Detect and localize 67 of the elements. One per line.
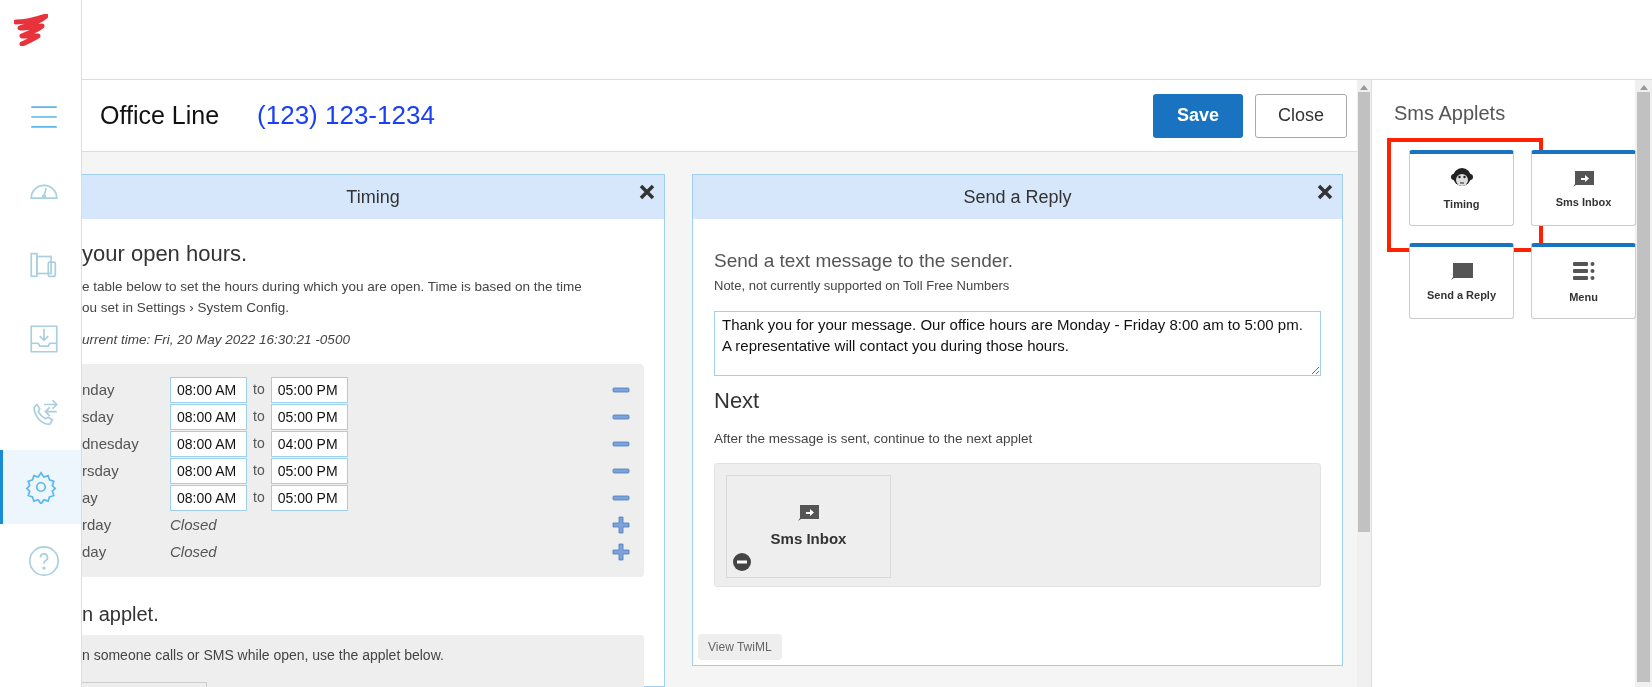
applet-label: Send a Reply <box>1426 287 1497 303</box>
close-time-field[interactable]: 05:00 PM <box>270 457 348 484</box>
section-heading: your open hours. <box>82 240 249 268</box>
line-title: Office Line <box>100 99 220 131</box>
to-label: to <box>253 488 265 508</box>
to-label: to <box>253 380 265 400</box>
section-heading: n applet. <box>82 602 160 628</box>
applet-label: Menu <box>1569 290 1598 306</box>
logo-icon <box>14 14 48 46</box>
message-arrow-icon <box>1571 168 1596 188</box>
day-label: sday <box>82 406 115 427</box>
open-time-field[interactable]: 08:00 AM <box>170 484 247 511</box>
close-time-field[interactable]: 05:00 PM <box>270 376 348 403</box>
day-label: day <box>82 541 108 562</box>
day-label: rday <box>82 514 113 535</box>
applet-label: Timing <box>1443 197 1480 213</box>
applet-label: Sms Inbox <box>770 529 847 550</box>
applets-title: Sms Applets <box>1394 101 1507 126</box>
panel-header: Timing <box>82 175 664 219</box>
note-text: Note, not currently supported on Toll Free Numbers <box>714 276 1011 295</box>
remove-icon[interactable] <box>733 553 751 572</box>
close-button[interactable]: Close <box>1254 93 1347 138</box>
scroll-up-icon <box>1360 84 1368 90</box>
close-time-field[interactable]: 05:00 PM <box>270 403 348 430</box>
message-field[interactable]: Thank you for your message. Our office hours are Monday - Friday 8:00 am to 5:00 pm. A representative will contact you during those hours. <box>714 311 1321 376</box>
applet-label: Sms Inbox <box>1555 194 1612 210</box>
applet-description: n someone calls or SMS while open, use the applet below. <box>82 646 445 666</box>
section-heading: Send a text message to the sender. <box>714 249 1014 273</box>
close-time-field[interactable]: 04:00 PM <box>270 430 348 457</box>
close-time-field[interactable]: 05:00 PM <box>270 484 348 511</box>
inbox-download-icon <box>27 322 61 356</box>
settings-icon <box>24 470 58 504</box>
save-button[interactable]: Save <box>1152 93 1243 138</box>
plus-icon[interactable] <box>612 515 630 534</box>
open-time-field[interactable]: 08:00 AM <box>170 376 247 403</box>
open-time-field[interactable]: 08:00 AM <box>170 403 247 430</box>
applet-tile[interactable]: Timing <box>1409 150 1514 226</box>
day-label: nday <box>82 379 116 400</box>
next-description: After the message is sent, continue to the next applet <box>714 430 1034 448</box>
phone-number: (123) 123-1234 <box>257 99 435 132</box>
help-icon <box>27 544 61 578</box>
scroll-up-icon <box>1639 84 1648 90</box>
to-label: to <box>253 434 265 454</box>
open-time-field[interactable]: 08:00 AM <box>170 457 247 484</box>
day-label: ay <box>82 487 99 508</box>
message-arrow-icon <box>796 502 821 523</box>
applet-tile[interactable]: Menu <box>1531 243 1636 319</box>
applet-tile[interactable]: Send a Reply <box>1409 243 1514 319</box>
sidebar-item[interactable] <box>0 450 81 524</box>
plus-icon[interactable] <box>612 542 630 561</box>
day-label: rsday <box>82 460 120 481</box>
applet-tile[interactable]: Sms Inbox <box>1531 150 1636 226</box>
close-icon[interactable] <box>1316 183 1334 201</box>
section-description: e table below to set the hours during which you are open. Time is based on the time ou set in Settings › System Config. <box>82 278 583 317</box>
current-time: urrent time: Fri, 20 May 2022 16:30:21 -0500 <box>82 331 351 349</box>
closed-label: Closed <box>170 541 217 562</box>
panel-header: Send a Reply <box>693 175 1342 219</box>
close-icon[interactable] <box>638 183 656 201</box>
view-twiml-button[interactable]: View TwiML <box>698 634 782 660</box>
to-label: to <box>253 407 265 427</box>
to-label: to <box>253 461 265 481</box>
open-time-field[interactable]: 08:00 AM <box>170 430 247 457</box>
day-label: dnesday <box>82 433 140 454</box>
section-heading: Next <box>714 387 761 415</box>
message-icon <box>1449 261 1474 281</box>
applet-tile[interactable]: Sms Inbox <box>726 475 891 579</box>
closed-label: Closed <box>170 514 217 535</box>
